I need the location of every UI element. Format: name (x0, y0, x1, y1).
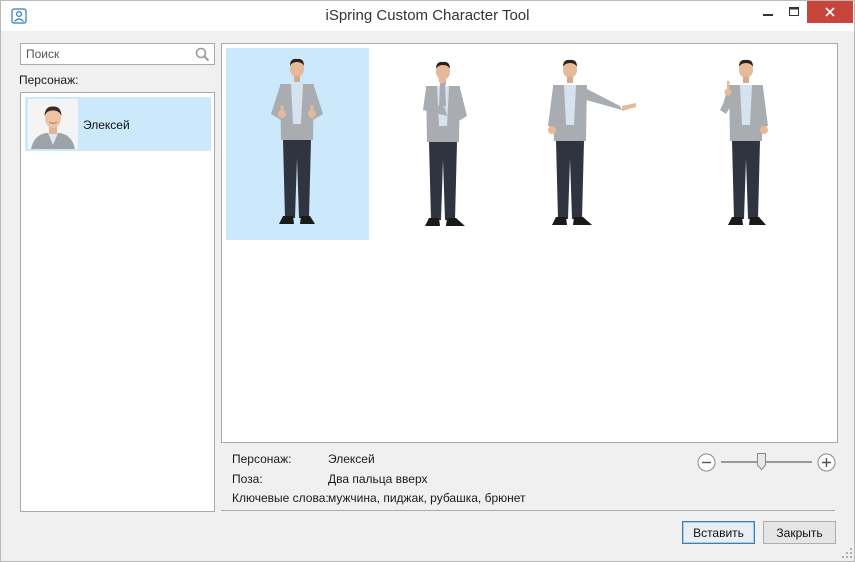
characters-label: Персонаж: (19, 73, 79, 87)
pose-value: Два пальца вверх (328, 472, 428, 486)
keywords-label: Ключевые слова: (232, 491, 329, 505)
close-button[interactable]: Закрыть (763, 521, 836, 544)
title-bar[interactable]: iSpring Custom Character Tool (1, 1, 854, 31)
search-icon[interactable] (195, 47, 210, 62)
zoom-slider-track[interactable] (721, 461, 812, 463)
character-thumbnail (28, 99, 78, 149)
zoom-out-icon[interactable] (697, 453, 716, 472)
character-value: Элексей (328, 452, 375, 466)
search-field[interactable] (20, 43, 215, 65)
list-item-character[interactable]: Элексей (25, 97, 211, 151)
search-input[interactable] (21, 44, 191, 64)
pose-gallery[interactable] (221, 43, 838, 443)
maximize-icon (789, 7, 799, 16)
pose-thumbs-up[interactable] (226, 48, 369, 240)
minimize-icon (763, 14, 773, 16)
pose-label: Поза: (232, 472, 263, 486)
window-title: iSpring Custom Character Tool (325, 7, 530, 24)
zoom-slider-thumb[interactable] (757, 453, 767, 471)
close-icon (825, 7, 835, 17)
dialog-window: iSpring Custom Character Tool Персонаж: (0, 0, 855, 562)
pose-presenting[interactable] (512, 48, 655, 240)
divider (221, 510, 835, 511)
character-name: Элексей (83, 118, 130, 132)
pose-finger-up[interactable] (676, 48, 819, 240)
resize-grip-icon[interactable] (841, 547, 853, 559)
insert-button[interactable]: Вставить (682, 521, 755, 544)
maximize-button[interactable] (779, 1, 809, 23)
zoom-in-icon[interactable] (817, 453, 836, 472)
close-window-button[interactable] (807, 1, 853, 23)
character-label: Персонаж: (232, 452, 292, 466)
pose-thinking[interactable] (372, 48, 515, 240)
keywords-value: мужчина, пиджак, рубашка, брюнет (328, 491, 526, 505)
character-list[interactable]: Элексей (20, 92, 215, 512)
